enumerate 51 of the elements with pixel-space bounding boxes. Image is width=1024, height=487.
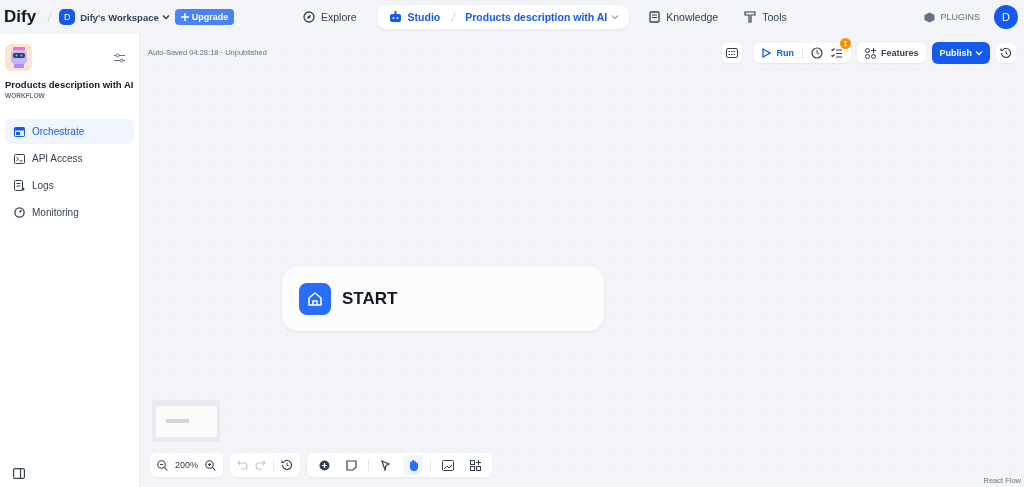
nav-tab[interactable]: Explore xyxy=(297,7,363,27)
hand-icon[interactable] xyxy=(403,455,424,475)
app-name: Products description with AI xyxy=(5,79,134,90)
hammer-icon xyxy=(744,11,757,23)
publish-button[interactable]: Publish xyxy=(932,42,990,64)
sidebar-toggle-icon[interactable] xyxy=(13,468,25,479)
cube-icon xyxy=(924,11,936,23)
chevron-down-icon xyxy=(161,13,170,21)
settings-sliders-icon[interactable] xyxy=(114,52,125,63)
sidebar-item[interactable]: Monitoring xyxy=(5,200,134,225)
features-button[interactable]: Features xyxy=(856,43,927,63)
history-icon[interactable] xyxy=(281,459,294,471)
env-button[interactable] xyxy=(722,43,743,63)
zoom-out-icon[interactable] xyxy=(157,459,168,471)
run-button[interactable]: Run xyxy=(762,48,794,58)
robot-app-icon xyxy=(5,44,32,71)
start-node[interactable]: START xyxy=(282,266,604,331)
checklist-icon[interactable] xyxy=(830,47,843,59)
nav-tab[interactable]: Tools xyxy=(738,7,793,27)
zoom-in-icon[interactable] xyxy=(205,459,217,471)
features-icon xyxy=(864,47,876,59)
gauge-icon xyxy=(14,207,25,218)
robot-icon xyxy=(388,11,402,23)
plus-icon xyxy=(180,13,189,21)
zoom-level[interactable]: 200% xyxy=(175,460,199,470)
app-breadcrumb[interactable]: Products description with AI xyxy=(461,8,624,26)
workspace-avatar: D xyxy=(59,9,76,25)
chevron-down-icon xyxy=(611,13,620,21)
nav-tab[interactable]: Knowledge xyxy=(643,7,725,27)
chevron-down-icon xyxy=(975,49,983,57)
play-icon xyxy=(762,48,772,58)
nav-tab[interactable]: Studio xyxy=(382,7,447,27)
compass-icon xyxy=(303,11,315,23)
window-icon xyxy=(14,126,25,137)
history-icon xyxy=(1000,47,1012,59)
document-icon xyxy=(14,180,25,191)
home-icon xyxy=(299,282,331,315)
env-icon xyxy=(726,48,739,58)
user-avatar[interactable]: D xyxy=(994,5,1018,29)
node-title: START xyxy=(342,288,398,309)
terminal-icon xyxy=(14,153,25,164)
dify-logo: Dify xyxy=(4,7,37,27)
book-icon xyxy=(649,11,661,23)
history-clock-icon[interactable] xyxy=(810,47,823,59)
plugins-button[interactable]: PLUGINS xyxy=(924,11,980,23)
version-history-button[interactable] xyxy=(996,43,1016,63)
sidebar-item[interactable]: Logs xyxy=(5,173,134,198)
workspace-selector[interactable]: Dify's Workspace xyxy=(80,11,170,23)
sidebar-item[interactable]: Orchestrate xyxy=(5,119,134,144)
sidebar-item[interactable]: API Access xyxy=(5,146,134,171)
upgrade-button[interactable]: Upgrade xyxy=(174,9,235,25)
